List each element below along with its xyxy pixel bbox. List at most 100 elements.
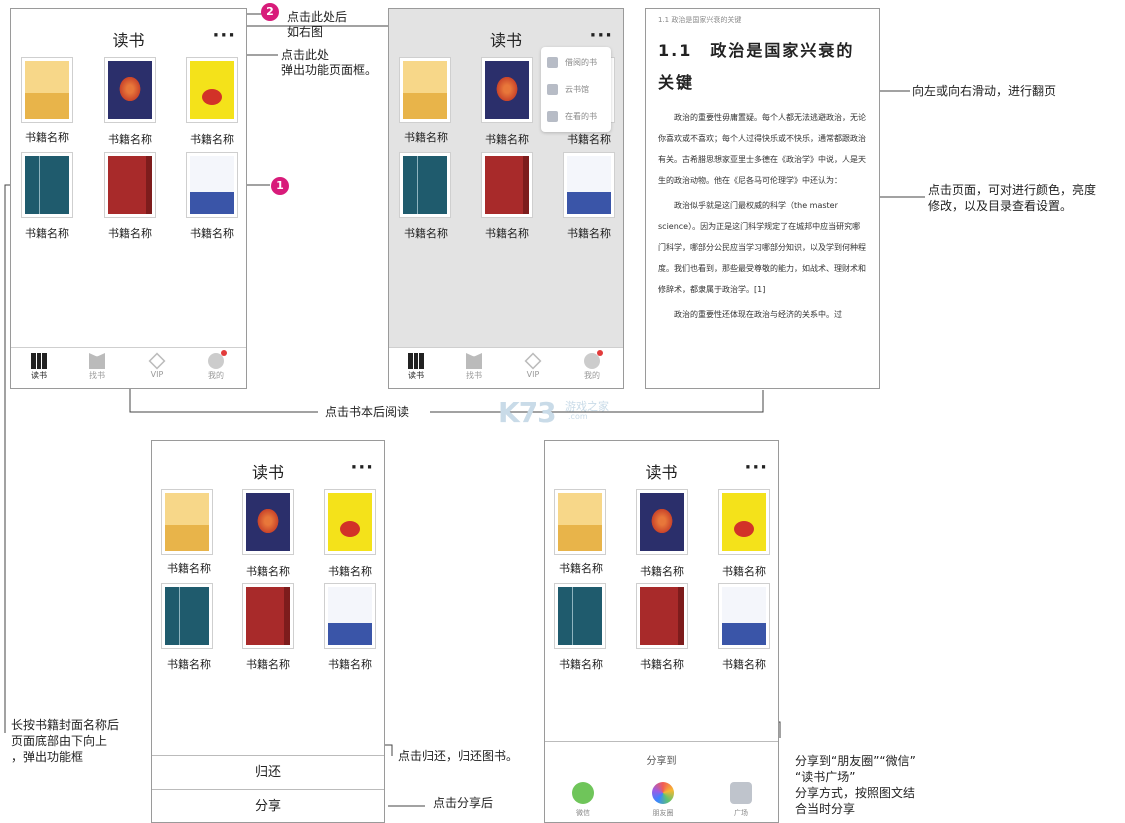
book-cover[interactable] <box>186 152 238 218</box>
diamond-icon <box>148 352 166 370</box>
app-title: 读书 <box>251 463 284 482</box>
book-cover[interactable] <box>324 583 376 649</box>
tab-vip[interactable]: VIP <box>137 350 177 379</box>
book-title[interactable]: 书籍名称 <box>172 225 246 241</box>
watermark-domain: .com <box>568 412 588 421</box>
reader-paragraph: 政治的重要性还体现在政治与经济的关系中。过 <box>674 310 842 319</box>
book-cover[interactable] <box>161 489 213 555</box>
book-title[interactable]: 书籍名称 <box>90 225 170 241</box>
book-title[interactable]: 书籍名称 <box>704 656 778 672</box>
reader-screen[interactable]: 1.1 政治是国家兴衰的关键 1.1 政治是国家兴衰的关键 政治的重要性毋庸置疑… <box>645 8 880 389</box>
return-button[interactable]: 归还 <box>152 755 384 789</box>
annotation-tap-page: 修改，以及目录查看设置。 <box>928 199 1073 213</box>
share-panel: 分享到 微信 朋友圈 广场 <box>545 741 778 822</box>
book-cover[interactable] <box>563 152 615 218</box>
annotation-click-here-after: 点击此处后 <box>287 10 348 24</box>
share-button[interactable]: 分享 <box>152 789 384 822</box>
annotation-tap-book: 点击书本后阅读 <box>325 405 410 419</box>
popup-item-reading[interactable]: 在看的书 <box>541 103 611 130</box>
books-icon <box>408 353 424 369</box>
book-cover[interactable] <box>481 152 533 218</box>
book-cover[interactable] <box>554 489 606 555</box>
tab-find[interactable]: 找书 <box>454 350 494 381</box>
share-panel-title: 分享到 <box>646 756 677 767</box>
book-cover[interactable] <box>21 57 73 123</box>
book-title[interactable]: 书籍名称 <box>228 656 308 672</box>
popup-item-borrowed[interactable]: 借阅的书 <box>541 49 611 76</box>
book-cover[interactable] <box>636 583 688 649</box>
more-menu-button[interactable]: ··· <box>744 457 768 478</box>
annotation-share-to: 分享方式，按照图文结 <box>795 786 916 800</box>
book-cover[interactable] <box>104 152 156 218</box>
book-title[interactable]: 书籍名称 <box>389 225 466 241</box>
app-title: 读书 <box>112 31 145 50</box>
reader-paragraph: 政治似乎就是这门最权威的科学（the master science）。因为正是这… <box>658 201 866 294</box>
book-cover[interactable] <box>242 583 294 649</box>
chapter-header: 1.1 政治是国家兴衰的关键 <box>658 16 742 24</box>
annotation-long-press: 页面底部由下向上 <box>11 734 108 748</box>
book-title[interactable]: 书籍名称 <box>152 560 229 576</box>
more-menu-button[interactable]: ··· <box>212 25 236 46</box>
step-badge-2: 2 <box>261 3 279 21</box>
book-cover[interactable] <box>554 583 606 649</box>
tab-bar: 读书 找书 VIP 我的 <box>11 347 246 388</box>
book-cover[interactable] <box>21 152 73 218</box>
book-cover[interactable] <box>718 489 770 555</box>
share-screen: 读书 ··· 书籍名称 书籍名称 书籍名称 书籍名称 书籍名称 书籍名称 分享到… <box>544 440 779 823</box>
book-cover[interactable] <box>481 57 533 123</box>
square-grid-icon <box>730 782 752 804</box>
book-title[interactable]: 书籍名称 <box>545 560 621 576</box>
book-title[interactable]: 书籍名称 <box>622 563 702 579</box>
book-cover[interactable] <box>242 489 294 555</box>
book-title[interactable]: 书籍名称 <box>310 656 384 672</box>
popup-menu-screen: 读书 ··· 书籍名称 书籍名称 书籍名称 书籍名称 书籍名称 书籍名称 借阅的… <box>388 8 624 389</box>
book-cover[interactable] <box>399 152 451 218</box>
book-cover[interactable] <box>399 57 451 123</box>
tab-find[interactable]: 找书 <box>77 350 117 381</box>
reader-paragraph: 政治的重要性毋庸置疑。每个人都无法逃避政治，无论你喜欢或不喜欢；每个人过得快乐或… <box>658 113 866 185</box>
share-square-button[interactable]: 广场 <box>721 782 761 818</box>
moments-icon <box>652 782 674 804</box>
book-cover[interactable] <box>718 583 770 649</box>
tab-vip[interactable]: VIP <box>513 350 553 379</box>
book-title[interactable]: 书籍名称 <box>704 563 778 579</box>
book-cover[interactable] <box>636 489 688 555</box>
popup-item-cloud-library[interactable]: 云书馆 <box>541 76 611 103</box>
chapter-title: 1.1 政治是国家兴衰的关键 <box>658 41 855 92</box>
share-moments-button[interactable]: 朋友圈 <box>643 782 683 818</box>
book-title[interactable]: 书籍名称 <box>389 129 466 145</box>
share-wechat-button[interactable]: 微信 <box>563 782 603 818</box>
book-title[interactable]: 书籍名称 <box>11 225 87 241</box>
more-menu-button[interactable]: ··· <box>589 25 613 46</box>
book-title[interactable]: 书籍名称 <box>228 563 308 579</box>
annotation-popup-frame: 弹出功能页面框。 <box>281 63 378 77</box>
book-cover[interactable] <box>324 489 376 555</box>
bookshelf-screen: 读书 ··· 书籍名称 书籍名称 书籍名称 书籍名称 书籍名称 书籍名称 读书 … <box>10 8 247 389</box>
tab-me[interactable]: 我的 <box>196 350 236 381</box>
book-title[interactable]: 书籍名称 <box>622 656 702 672</box>
book-title[interactable]: 书籍名称 <box>467 131 547 147</box>
step-badge-1: 1 <box>271 177 289 195</box>
annotation-share-to: “读书广场” <box>795 770 856 784</box>
book-cover[interactable] <box>186 57 238 123</box>
book-title[interactable]: 书籍名称 <box>310 563 384 579</box>
more-menu-button[interactable]: ··· <box>350 457 374 478</box>
book-title[interactable]: 书籍名称 <box>549 131 623 147</box>
app-title: 读书 <box>645 463 678 482</box>
book-title[interactable]: 书籍名称 <box>90 131 170 147</box>
annotation-swipe: 向左或向右滑动，进行翻页 <box>912 84 1057 98</box>
book-title[interactable]: 书籍名称 <box>11 129 87 145</box>
tab-read[interactable]: 读书 <box>396 350 436 381</box>
action-sheet-screen: 读书 ··· 书籍名称 书籍名称 书籍名称 书籍名称 书籍名称 书籍名称 归还 … <box>151 440 385 823</box>
tab-read[interactable]: 读书 <box>19 350 59 381</box>
book-cover[interactable] <box>104 57 156 123</box>
book-cover[interactable] <box>161 583 213 649</box>
tab-me[interactable]: 我的 <box>572 350 612 381</box>
book-title[interactable]: 书籍名称 <box>549 225 623 241</box>
book-title[interactable]: 书籍名称 <box>152 656 229 672</box>
annotation-share: 点击分享后 <box>433 796 494 810</box>
function-popup: 借阅的书 云书馆 在看的书 <box>541 47 611 132</box>
book-title[interactable]: 书籍名称 <box>545 656 621 672</box>
book-title[interactable]: 书籍名称 <box>172 131 246 147</box>
book-title[interactable]: 书籍名称 <box>467 225 547 241</box>
